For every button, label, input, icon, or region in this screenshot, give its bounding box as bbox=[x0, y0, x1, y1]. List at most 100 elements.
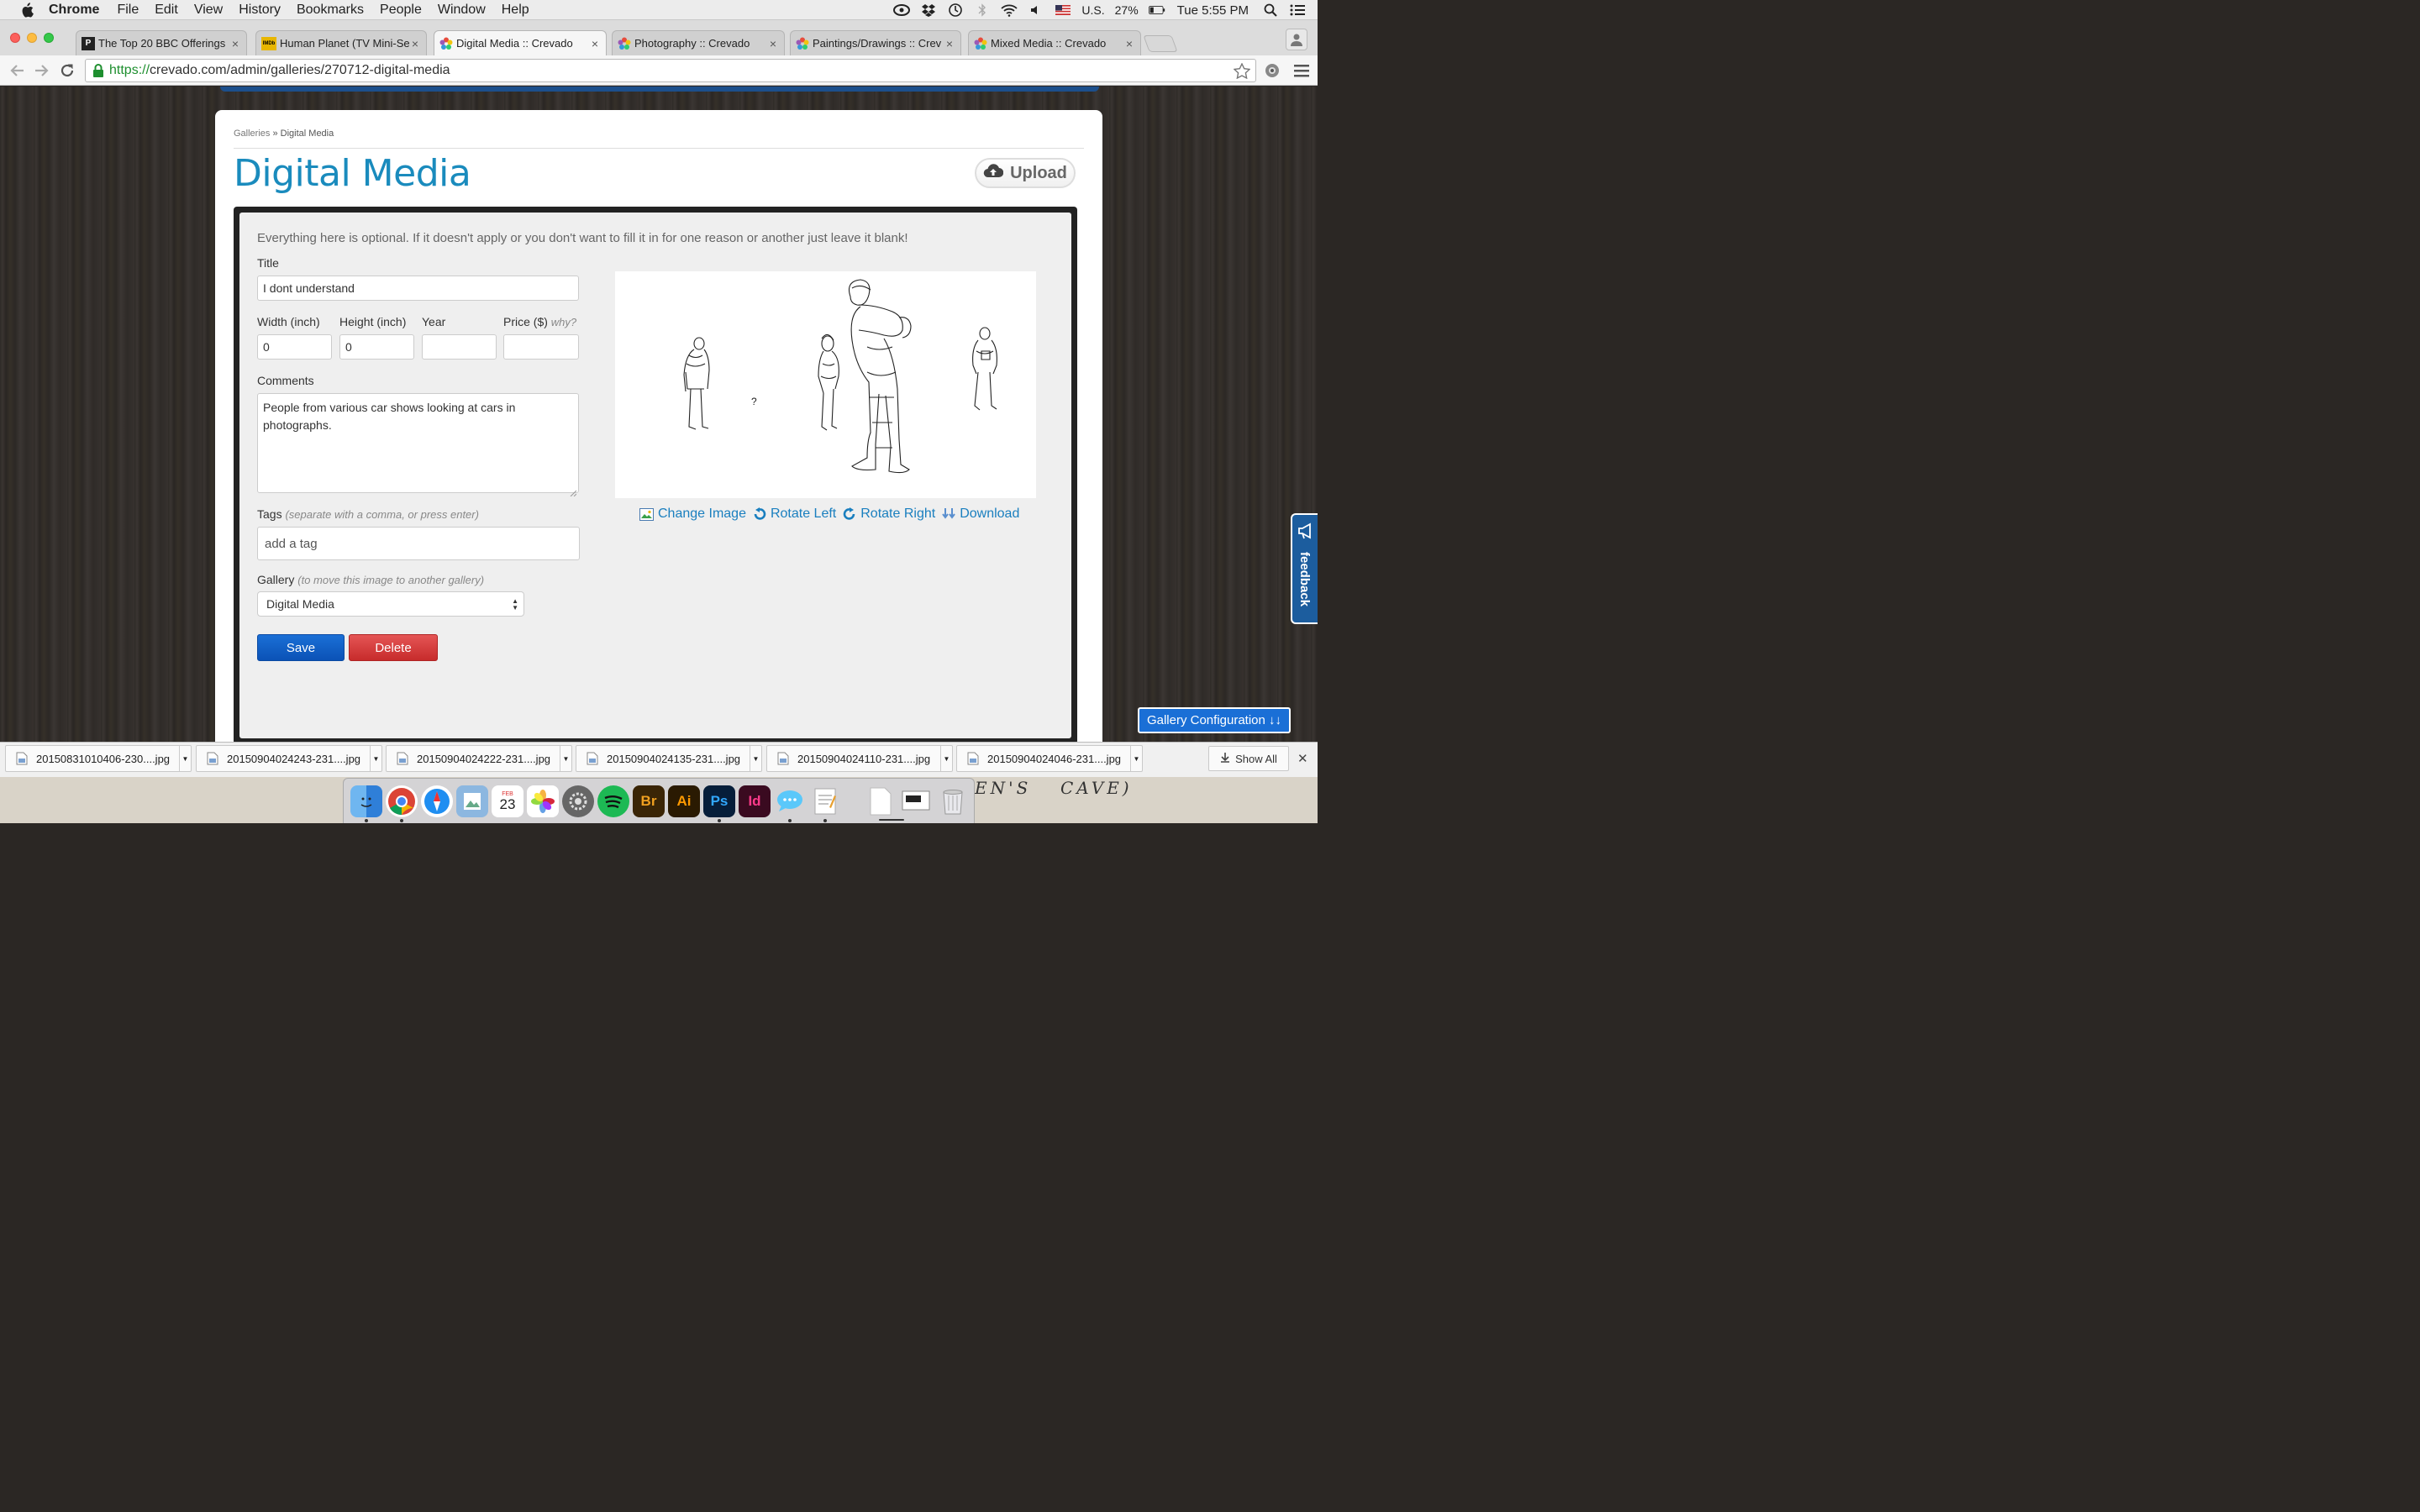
delete-button[interactable]: Delete bbox=[349, 634, 438, 661]
save-button[interactable]: Save bbox=[257, 634, 345, 661]
forward-arrow-icon[interactable] bbox=[32, 60, 52, 81]
dock: FEB 23 Br Ai Ps Id bbox=[343, 778, 975, 823]
menu-view[interactable]: View bbox=[194, 3, 223, 18]
tab-close-icon[interactable]: × bbox=[944, 37, 955, 50]
chrome-icon[interactable] bbox=[386, 785, 418, 817]
download-link[interactable]: Download bbox=[942, 507, 1019, 522]
profile-icon[interactable] bbox=[1286, 29, 1307, 50]
address-bar[interactable]: https://crevado.com/admin/galleries/2707… bbox=[85, 59, 1256, 82]
close-shelf-icon[interactable]: ✕ bbox=[1297, 751, 1308, 766]
width-input[interactable]: 0 bbox=[257, 334, 332, 360]
download-item[interactable]: 20150904024110-231....jpg ▼ bbox=[766, 745, 953, 772]
time-machine-icon[interactable] bbox=[947, 3, 964, 18]
bridge-icon[interactable]: Br bbox=[633, 785, 665, 817]
download-menu-caret-icon[interactable]: ▼ bbox=[750, 746, 761, 771]
menu-app-name[interactable]: Chrome bbox=[49, 3, 99, 18]
messages-icon[interactable] bbox=[774, 785, 806, 817]
calendar-icon[interactable]: FEB 23 bbox=[492, 785, 523, 817]
download-menu-caret-icon[interactable]: ▼ bbox=[179, 746, 191, 771]
tab-bbc-offerings[interactable]: P The Top 20 BBC Offerings × bbox=[76, 30, 247, 55]
upload-button[interactable]: Upload bbox=[975, 158, 1076, 188]
finder-icon[interactable] bbox=[350, 785, 382, 817]
comments-textarea[interactable]: People from various car shows looking at… bbox=[257, 393, 579, 497]
new-tab-button[interactable] bbox=[1143, 35, 1178, 52]
bookmark-star-icon[interactable] bbox=[1233, 62, 1251, 83]
menu-edit[interactable]: Edit bbox=[155, 3, 178, 18]
battery-icon[interactable] bbox=[1148, 3, 1165, 18]
change-image-link[interactable]: Change Image bbox=[639, 507, 746, 522]
download-item[interactable]: 20150904024222-231....jpg ▼ bbox=[386, 745, 572, 772]
creative-cloud-icon[interactable] bbox=[893, 3, 911, 18]
tags-input[interactable]: add a tag bbox=[257, 527, 580, 560]
tab-close-icon[interactable]: × bbox=[767, 37, 779, 50]
bluetooth-icon[interactable] bbox=[974, 3, 991, 18]
tab-close-icon[interactable]: × bbox=[1123, 37, 1135, 50]
year-input[interactable] bbox=[422, 334, 497, 360]
volume-icon[interactable] bbox=[1028, 3, 1044, 18]
menu-file[interactable]: File bbox=[117, 3, 139, 18]
download-item[interactable]: 20150831010406-230....jpg ▼ bbox=[5, 745, 192, 772]
show-all-downloads-button[interactable]: Show All bbox=[1208, 746, 1289, 771]
wifi-icon[interactable] bbox=[1001, 3, 1018, 18]
dropbox-icon[interactable] bbox=[920, 3, 937, 18]
reload-icon[interactable] bbox=[57, 60, 77, 81]
tab-close-icon[interactable]: × bbox=[589, 37, 601, 50]
input-source-label[interactable]: U.S. bbox=[1081, 3, 1104, 17]
safari-icon[interactable] bbox=[421, 785, 453, 817]
tab-photography[interactable]: Photography :: Crevado × bbox=[612, 30, 785, 55]
spotlight-search-icon[interactable] bbox=[1262, 3, 1279, 18]
apple-menu-icon[interactable] bbox=[18, 2, 35, 18]
chrome-menu-icon[interactable] bbox=[1292, 60, 1312, 81]
clock[interactable]: Tue 5:55 PM bbox=[1177, 3, 1249, 18]
tab-close-icon[interactable]: × bbox=[409, 37, 421, 50]
title-input[interactable]: I dont understand bbox=[257, 276, 579, 301]
menu-history[interactable]: History bbox=[239, 3, 281, 18]
screen-icon[interactable] bbox=[900, 785, 932, 817]
download-item[interactable]: 20150904024135-231....jpg ▼ bbox=[576, 745, 762, 772]
photoshop-icon[interactable]: Ps bbox=[703, 785, 735, 817]
height-input[interactable]: 0 bbox=[339, 334, 414, 360]
price-input[interactable] bbox=[503, 334, 579, 360]
gallery-configuration-button[interactable]: Gallery Configuration ↓↓ bbox=[1138, 707, 1291, 733]
rotate-right-link[interactable]: Rotate Right bbox=[843, 507, 935, 522]
download-item[interactable]: 20150904024243-231....jpg ▼ bbox=[196, 745, 382, 772]
document-icon[interactable] bbox=[865, 785, 897, 817]
gallery-select[interactable]: Digital Media ▲ ▼ bbox=[257, 591, 524, 617]
menu-help[interactable]: Help bbox=[502, 3, 529, 18]
illustrator-icon[interactable]: Ai bbox=[668, 785, 700, 817]
us-flag-icon[interactable] bbox=[1055, 3, 1071, 18]
battery-percent[interactable]: 27% bbox=[1115, 3, 1139, 17]
minimize-window-button[interactable] bbox=[27, 33, 37, 43]
tab-mixed-media[interactable]: Mixed Media :: Crevado × bbox=[968, 30, 1141, 55]
menu-bookmarks[interactable]: Bookmarks bbox=[297, 3, 364, 18]
tab-label: Photography :: Crevado bbox=[634, 37, 750, 50]
resize-grip-icon[interactable] bbox=[570, 484, 577, 497]
trash-icon[interactable] bbox=[937, 785, 969, 817]
download-item[interactable]: 20150904024046-231....jpg ▼ bbox=[956, 745, 1143, 772]
menu-window[interactable]: Window bbox=[438, 3, 486, 18]
photos-icon[interactable] bbox=[527, 785, 559, 817]
indesign-icon[interactable]: Id bbox=[739, 785, 771, 817]
preview-icon[interactable] bbox=[456, 785, 488, 817]
menu-people[interactable]: People bbox=[380, 3, 422, 18]
feedback-tab[interactable]: feedback bbox=[1291, 513, 1318, 624]
tab-human-planet[interactable]: IMDb Human Planet (TV Mini-Ser × bbox=[255, 30, 427, 55]
download-menu-caret-icon[interactable]: ▼ bbox=[370, 746, 381, 771]
breadcrumb-galleries-link[interactable]: Galleries bbox=[234, 129, 270, 139]
spotify-icon[interactable] bbox=[597, 785, 629, 817]
tab-paintings-drawings[interactable]: Paintings/Drawings :: Crev × bbox=[790, 30, 961, 55]
system-preferences-icon[interactable] bbox=[562, 785, 594, 817]
tab-close-icon[interactable]: × bbox=[229, 37, 241, 50]
rotate-left-link[interactable]: Rotate Left bbox=[753, 507, 836, 522]
notification-center-icon[interactable] bbox=[1289, 3, 1306, 18]
price-why-link[interactable]: why? bbox=[551, 316, 576, 328]
textedit-icon[interactable] bbox=[809, 785, 841, 817]
back-arrow-icon[interactable] bbox=[7, 60, 27, 81]
zoom-window-button[interactable] bbox=[44, 33, 54, 43]
download-menu-caret-icon[interactable]: ▼ bbox=[940, 746, 952, 771]
tab-digital-media[interactable]: Digital Media :: Crevado × bbox=[434, 30, 607, 55]
download-menu-caret-icon[interactable]: ▼ bbox=[560, 746, 571, 771]
extension-icon[interactable] bbox=[1262, 60, 1282, 81]
download-menu-caret-icon[interactable]: ▼ bbox=[1130, 746, 1142, 771]
close-window-button[interactable] bbox=[10, 33, 20, 43]
